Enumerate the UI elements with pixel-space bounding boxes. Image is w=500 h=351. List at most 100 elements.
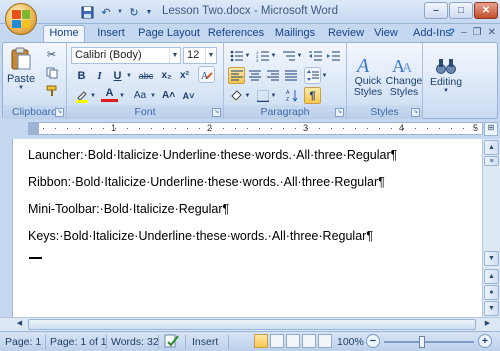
numbering-dropdown-icon[interactable]: ▼ xyxy=(270,47,277,64)
font-size-dropdown-icon: ▼ xyxy=(205,48,216,63)
paragraph-launcher-icon[interactable]: ↘ xyxy=(335,108,344,117)
highlight-dropdown-icon[interactable]: ▼ xyxy=(89,87,97,104)
view-ruler-icon[interactable]: ⊞ xyxy=(484,122,498,136)
minimize-button[interactable]: – xyxy=(424,2,448,19)
scroll-right-icon[interactable]: ▶ xyxy=(482,319,493,330)
editing-dropdown-icon: ▼ xyxy=(443,88,449,94)
subscript-button[interactable]: x₂ xyxy=(158,67,175,84)
scroll-down-icon[interactable]: ▼ xyxy=(484,251,499,266)
zoom-slider-thumb[interactable] xyxy=(419,336,425,348)
zoom-out-icon[interactable]: − xyxy=(366,334,380,348)
editing-button[interactable]: Editing ▼ xyxy=(427,46,465,104)
bullets-icon[interactable] xyxy=(228,47,245,64)
vertical-scrollbar[interactable]: ▲ ≡ ▼ ▲ ● ▼ xyxy=(482,139,500,317)
tab-home[interactable]: Home xyxy=(43,25,85,43)
multilevel-dropdown-icon[interactable]: ▼ xyxy=(296,47,303,64)
status-insert-mode[interactable]: Insert xyxy=(192,336,218,348)
tab-review[interactable]: Review xyxy=(326,26,366,42)
tab-mailings[interactable]: Mailings xyxy=(270,26,320,42)
doc-restore-icon[interactable]: ❐ xyxy=(473,27,482,39)
grow-font-button[interactable]: A˄ xyxy=(160,87,177,104)
copy-icon[interactable] xyxy=(43,64,60,81)
clear-formatting-icon[interactable]: A xyxy=(198,66,215,83)
shading-icon[interactable] xyxy=(228,87,245,104)
doc-close-icon[interactable]: ✕ xyxy=(488,27,496,39)
styles-launcher-icon[interactable]: ↘ xyxy=(411,108,420,117)
font-color-button[interactable]: A xyxy=(101,86,118,102)
tab-references[interactable]: References xyxy=(206,26,266,42)
line-spacing-dropdown-icon[interactable]: ▼ xyxy=(321,67,328,84)
tab-insert[interactable]: Insert xyxy=(90,26,132,42)
line-spacing-icon[interactable] xyxy=(304,67,321,84)
align-center-icon[interactable] xyxy=(246,67,263,84)
strikethrough-button[interactable]: abc xyxy=(136,67,156,84)
align-left-button[interactable] xyxy=(228,67,245,84)
align-right-icon[interactable] xyxy=(264,67,281,84)
paragraph-group: ▼ 123 ▼ ▼ ▼ ▼ ▼ A Z ¶ Paragraph ↘ xyxy=(224,43,347,119)
change-case-button[interactable]: Aa xyxy=(130,87,150,104)
previous-page-icon[interactable]: ▲ xyxy=(484,269,499,284)
superscript-button[interactable]: x² xyxy=(176,67,193,84)
help-icon[interactable]: ? xyxy=(448,27,455,39)
zoom-in-icon[interactable]: + xyxy=(478,334,492,348)
font-name-combo[interactable]: Calibri (Body) ▼ xyxy=(71,47,181,64)
borders-dropdown-icon[interactable]: ▼ xyxy=(270,87,277,104)
web-layout-view-icon[interactable] xyxy=(286,334,300,348)
horizontal-scroll-thumb[interactable] xyxy=(28,319,476,330)
tab-view[interactable]: View xyxy=(370,26,402,42)
show-hide-button[interactable]: ¶ xyxy=(304,87,321,104)
tab-page-layout[interactable]: Page Layout xyxy=(136,26,202,42)
next-page-icon[interactable]: ▼ xyxy=(484,301,499,316)
font-size-combo[interactable]: 12 ▼ xyxy=(183,47,217,64)
zoom-level[interactable]: 100% xyxy=(337,336,364,348)
underline-button[interactable]: U xyxy=(109,67,126,84)
change-case-dropdown-icon[interactable]: ▼ xyxy=(149,87,157,104)
multilevel-list-icon[interactable] xyxy=(280,47,297,64)
decrease-indent-icon[interactable] xyxy=(307,47,324,64)
document-line-3[interactable]: Mini-Toolbar:·Bold·Italicize·Regular¶ xyxy=(28,202,229,216)
document-line-4[interactable]: Keys:·Bold·Italicize·Underline·these·wor… xyxy=(28,229,373,243)
bullets-dropdown-icon[interactable]: ▼ xyxy=(244,47,251,64)
print-layout-view-icon[interactable] xyxy=(254,334,268,348)
paste-button[interactable]: Paste ▼ xyxy=(7,47,35,91)
font-launcher-icon[interactable]: ↘ xyxy=(212,108,221,117)
select-browse-object-icon[interactable]: ● xyxy=(484,285,499,300)
doc-minimize-icon[interactable]: – xyxy=(461,27,467,39)
borders-icon[interactable] xyxy=(254,87,271,104)
close-button[interactable]: ✕ xyxy=(474,2,498,19)
status-page[interactable]: Page: 1 xyxy=(5,336,41,348)
scroll-left-icon[interactable]: ◀ xyxy=(14,319,25,330)
change-styles-button[interactable]: AA Change Styles xyxy=(386,46,423,104)
clipboard-launcher-icon[interactable]: ↘ xyxy=(55,108,64,117)
italic-button[interactable]: I xyxy=(91,67,108,84)
sort-icon[interactable]: AZ xyxy=(284,87,301,104)
ribbon: Paste ▼ ✂ Clipboard ↘ Calibri (Body) ▼ 1… xyxy=(2,42,498,119)
outline-view-icon[interactable] xyxy=(302,334,316,348)
format-painter-icon[interactable] xyxy=(43,82,60,99)
office-button[interactable] xyxy=(5,3,37,35)
shrink-font-button[interactable]: A˅ xyxy=(180,87,197,104)
bold-button[interactable]: B xyxy=(73,67,90,84)
shading-dropdown-icon[interactable]: ▼ xyxy=(244,87,251,104)
quick-styles-button[interactable]: A Quick Styles xyxy=(350,46,386,104)
increase-indent-icon[interactable] xyxy=(325,47,342,64)
horizontal-scrollbar[interactable]: ◀ ▶ xyxy=(0,317,500,331)
scroll-thumb[interactable]: ≡ xyxy=(484,156,499,166)
status-page-of[interactable]: Page: 1 of 1 xyxy=(50,336,107,348)
scroll-up-icon[interactable]: ▲ xyxy=(484,140,499,155)
font-color-dropdown-icon[interactable]: ▼ xyxy=(118,87,126,104)
underline-dropdown-icon[interactable]: ▼ xyxy=(125,67,133,84)
maximize-button[interactable]: □ xyxy=(449,2,473,19)
document-page[interactable]: Launcher:·Bold·Italicize·Underline·these… xyxy=(12,139,482,317)
justify-icon[interactable] xyxy=(282,67,299,84)
cut-icon[interactable]: ✂ xyxy=(43,46,60,63)
full-screen-reading-view-icon[interactable] xyxy=(270,334,284,348)
status-word-count[interactable]: Words: 32 xyxy=(111,336,159,348)
document-line-1[interactable]: Launcher:·Bold·Italicize·Underline·these… xyxy=(28,148,397,162)
numbering-icon[interactable]: 123 xyxy=(254,47,271,64)
draft-view-icon[interactable] xyxy=(318,334,332,348)
document-line-2[interactable]: Ribbon:·Bold·Italicize·Underline·these·w… xyxy=(28,175,385,189)
proofing-icon[interactable] xyxy=(164,334,180,351)
status-separator xyxy=(228,335,229,349)
highlight-icon[interactable] xyxy=(73,87,90,104)
